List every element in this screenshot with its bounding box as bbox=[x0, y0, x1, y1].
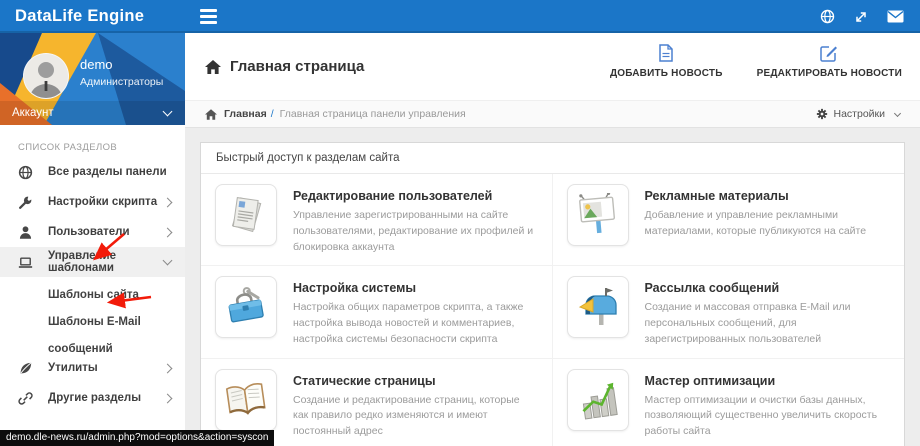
settings-label: Настройки bbox=[833, 108, 886, 120]
quick-item-title: Настройка системы bbox=[293, 281, 417, 296]
quick-item-desc: Добавление и управление рекламными матер… bbox=[644, 209, 867, 237]
panel-title: Быстрый доступ к разделам сайта bbox=[201, 143, 904, 174]
mailbox-icon bbox=[566, 276, 629, 339]
menu-icon[interactable] bbox=[200, 9, 217, 27]
user-name: demo bbox=[80, 57, 113, 72]
top-navbar: DataLife Engine bbox=[0, 0, 920, 33]
gear-icon bbox=[816, 108, 827, 120]
quick-item-title: Рассылка сообщений bbox=[644, 281, 780, 296]
breadcrumb-home-link[interactable]: Главная bbox=[224, 108, 267, 120]
sidebar-item-all-sections[interactable]: Все разделы панели bbox=[0, 157, 185, 187]
quick-item-optimization[interactable]: Мастер оптимизации Мастер оптимизации и … bbox=[553, 359, 905, 446]
page-title: Главная страница bbox=[205, 58, 364, 75]
chevron-down-icon bbox=[893, 109, 902, 117]
account-toggle[interactable]: Аккаунт bbox=[0, 101, 185, 125]
home-icon bbox=[205, 59, 221, 74]
add-news-label: ДОБАВИТЬ НОВОСТЬ bbox=[609, 68, 723, 79]
globe-icon[interactable] bbox=[820, 9, 835, 24]
sidebar-subitem-email-templates[interactable]: Шаблоны E-Mail сообщений bbox=[0, 309, 185, 355]
home-icon bbox=[205, 108, 217, 120]
sidebar-item-label: Другие разделы bbox=[48, 392, 142, 404]
expand-icon[interactable] bbox=[854, 10, 868, 24]
quick-item-ad-materials[interactable]: Рекламные материалы Добавление и управле… bbox=[552, 174, 904, 267]
sidebar-item-label: Пользователи bbox=[48, 226, 130, 238]
quick-item-desc: Управление зарегистрированными на сайте … bbox=[293, 209, 534, 253]
sidebar-item-label: Настройки скрипта bbox=[48, 196, 158, 208]
toolbox-icon bbox=[215, 276, 277, 339]
chevron-right-icon bbox=[162, 197, 173, 207]
status-url-tooltip: demo.dle-news.ru/admin.php?mod=options&a… bbox=[0, 430, 275, 446]
quick-item-messaging[interactable]: Рассылка сообщений Создание и массовая о… bbox=[552, 266, 904, 359]
quick-item-edit-users[interactable]: Редактирование пользователей Управление … bbox=[201, 174, 553, 267]
breadcrumb-current: Главная страница панели управления bbox=[279, 108, 466, 120]
edit-news-button[interactable]: РЕДАКТИРОВАТЬ НОВОСТИ bbox=[757, 44, 902, 79]
sections-list-label: СПИСОК РАЗДЕЛОВ bbox=[18, 142, 118, 153]
quick-item-desc: Настройка общих параметров скрипта, а та… bbox=[293, 301, 524, 345]
chevron-down-icon bbox=[162, 106, 173, 117]
quick-item-title: Мастер оптимизации bbox=[644, 373, 776, 388]
sidebar: demo Администраторы Аккаунт СПИСОК РАЗДЕ… bbox=[0, 33, 185, 446]
content-area: Быстрый доступ к разделам сайта Редактир… bbox=[185, 129, 920, 446]
settings-dropdown[interactable]: Настройки bbox=[816, 108, 902, 120]
template-submenu: Шаблоны сайта Шаблоны E-Mail сообщений bbox=[0, 277, 185, 355]
mail-icon[interactable] bbox=[887, 10, 904, 23]
breadcrumb-separator: / bbox=[270, 108, 274, 120]
sidebar-item-template-management[interactable]: Управление шаблонами bbox=[0, 247, 185, 277]
sidebar-item-script-settings[interactable]: Настройки скрипта bbox=[0, 187, 185, 217]
app-brand: DataLife Engine bbox=[15, 7, 145, 25]
quick-access-grid: Редактирование пользователей Управление … bbox=[201, 174, 904, 446]
sidebar-item-users[interactable]: Пользователи bbox=[0, 217, 185, 247]
avatar[interactable] bbox=[23, 53, 69, 99]
quick-item-system-settings[interactable]: Настройка системы Настройка общих параме… bbox=[201, 266, 553, 359]
page-header: Главная страница ДОБАВИТЬ НОВОСТЬ РЕДАКТ… bbox=[185, 33, 920, 100]
breadcrumb: Главная / Главная страница панели управл… bbox=[185, 100, 920, 128]
quick-item-title: Рекламные материалы bbox=[644, 189, 789, 203]
chevron-right-icon bbox=[162, 393, 173, 403]
page-title-text: Главная страница bbox=[230, 58, 365, 75]
link-icon bbox=[18, 391, 33, 406]
book-icon bbox=[215, 368, 277, 431]
quick-item-desc: Мастер оптимизации и очистки базы данных… bbox=[644, 393, 878, 438]
add-news-button[interactable]: ДОБАВИТЬ НОВОСТЬ bbox=[610, 44, 723, 79]
wrench-icon bbox=[18, 195, 33, 210]
quick-item-title: Статические страницы bbox=[293, 373, 436, 388]
sidebar-subitem-site-templates[interactable]: Шаблоны сайта bbox=[0, 282, 185, 309]
quick-access-panel: Быстрый доступ к разделам сайта Редактир… bbox=[200, 142, 905, 446]
user-panel: demo Администраторы Аккаунт bbox=[0, 33, 185, 125]
main-area: Главная страница ДОБАВИТЬ НОВОСТЬ РЕДАКТ… bbox=[185, 33, 920, 446]
billboard-icon bbox=[566, 184, 629, 246]
user-icon bbox=[18, 225, 33, 240]
laptop-icon bbox=[18, 255, 33, 270]
add-news-icon bbox=[659, 44, 674, 62]
chevron-right-icon bbox=[162, 227, 173, 237]
sidebar-item-label: Утилиты bbox=[48, 362, 98, 374]
account-label: Аккаунт bbox=[12, 107, 54, 119]
globe-icon bbox=[18, 165, 33, 180]
sidebar-item-label: Управление шаблонами bbox=[48, 250, 116, 274]
edit-news-label: РЕДАКТИРОВАТЬ НОВОСТИ bbox=[756, 68, 902, 79]
quick-item-desc: Создание и редактирование страниц, котор… bbox=[293, 393, 520, 438]
sidebar-item-label: Все разделы панели bbox=[48, 166, 167, 178]
leaf-icon bbox=[18, 361, 33, 376]
sidebar-item-other-sections[interactable]: Другие разделы bbox=[0, 383, 185, 413]
edit-news-icon bbox=[820, 46, 838, 62]
documents-icon bbox=[215, 184, 277, 246]
chevron-right-icon bbox=[162, 363, 173, 373]
quick-item-desc: Создание и массовая отправка E-Mail или … bbox=[644, 301, 851, 345]
quick-item-title: Редактирование пользователей bbox=[293, 189, 493, 203]
chevron-down-icon bbox=[162, 255, 173, 266]
user-role: Администраторы bbox=[80, 76, 164, 88]
chart-icon bbox=[566, 368, 629, 431]
